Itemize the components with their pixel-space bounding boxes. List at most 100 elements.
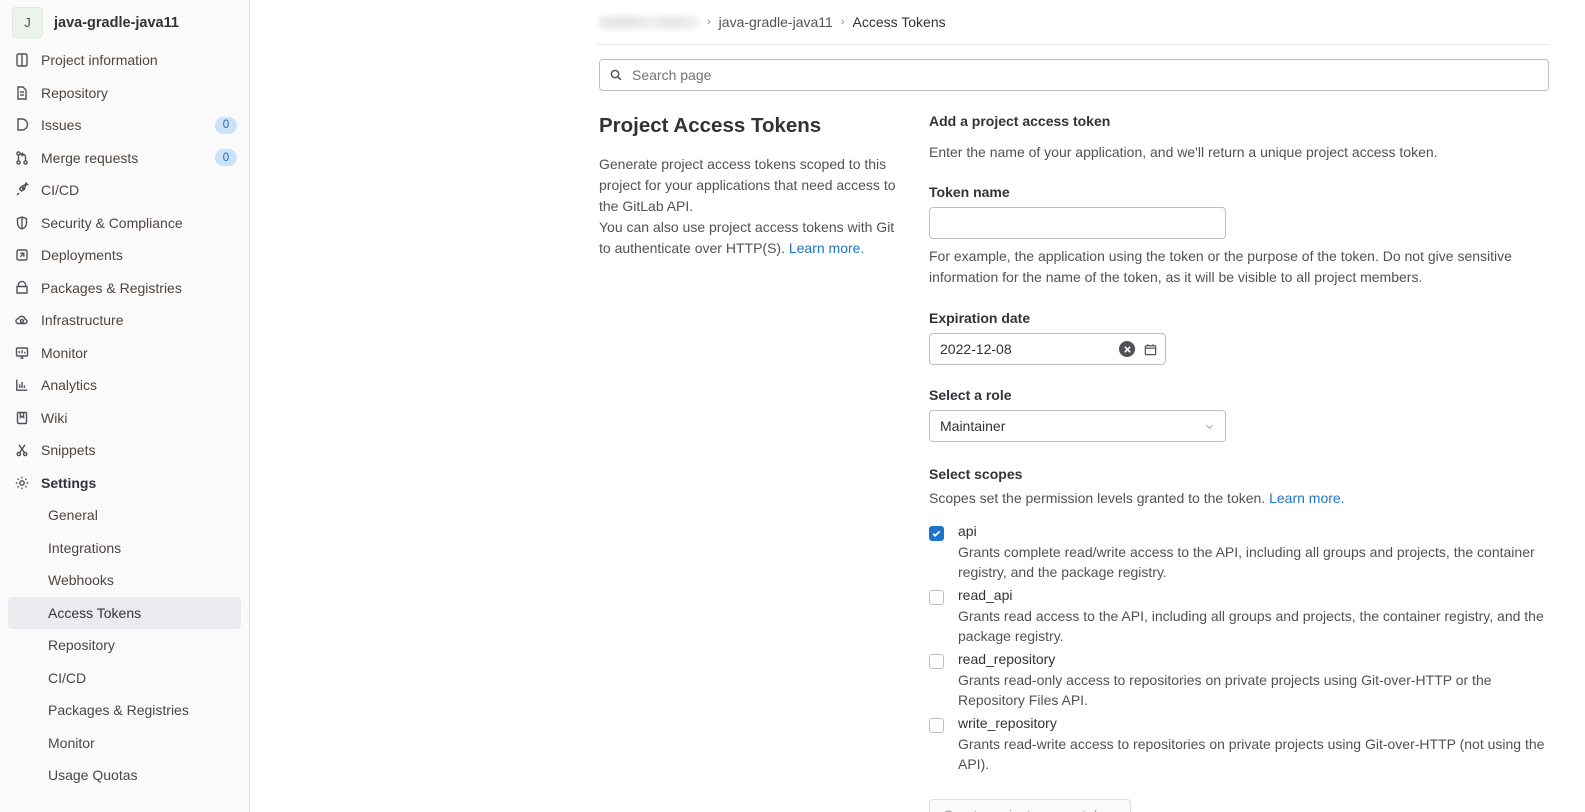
sidebar-item-label: Issues [41, 117, 204, 133]
breadcrumb-project[interactable]: java-gradle-java11 [719, 14, 833, 30]
rocket-icon [14, 182, 30, 198]
sidebar-item-label: Repository [41, 85, 237, 101]
scope-label-read-api[interactable]: read_api [958, 586, 1551, 605]
sidebar-item-label: CI/CD [41, 182, 237, 198]
sidebar-subitem-packages-registries[interactable]: Packages & Registries [8, 694, 241, 727]
search-box[interactable] [599, 59, 1549, 91]
deployments-icon [14, 247, 30, 263]
sidebar-item-deployments[interactable]: Deployments [0, 239, 249, 272]
project-header[interactable]: J java-gradle-java11 [0, 0, 249, 44]
form-section-description: Enter the name of your application, and … [929, 142, 1551, 162]
page-title: Project Access Tokens [599, 113, 899, 140]
sidebar-item-label: Snippets [41, 442, 237, 458]
scope-body: api Grants complete read/write access to… [958, 522, 1551, 582]
sidebar-item-label: Project information [41, 52, 237, 68]
scopes-description-text: Scopes set the permission levels granted… [929, 490, 1269, 506]
sidebar-item-packages-registries[interactable]: Packages & Registries [0, 272, 249, 305]
sidebar: J java-gradle-java11 Project information [0, 0, 250, 812]
sidebar-item-security-compliance[interactable]: Security & Compliance [0, 207, 249, 240]
token-name-help: For example, the application using the t… [929, 246, 1529, 288]
sidebar-item-issues[interactable]: Issues 0 [0, 109, 249, 142]
sidebar-item-ci-cd[interactable]: CI/CD [0, 174, 249, 207]
sidebar-subitem-integrations[interactable]: Integrations [8, 532, 241, 565]
scope-checkbox-read-repository[interactable] [929, 654, 944, 669]
search-icon [609, 68, 623, 82]
sidebar-item-label: Monitor [41, 345, 237, 361]
scope-body: read_api Grants read access to the API, … [958, 586, 1551, 646]
sidebar-subitem-monitor[interactable]: Monitor [8, 727, 241, 760]
role-select[interactable]: Maintainer [929, 410, 1226, 442]
submit-row: Create project access token [929, 799, 1551, 812]
search-row [597, 45, 1557, 91]
sidebar-item-infrastructure[interactable]: Infrastructure [0, 304, 249, 337]
sidebar-item-label: Analytics [41, 377, 237, 393]
calendar-icon[interactable] [1143, 342, 1158, 357]
scope-label-read-repository[interactable]: read_repository [958, 650, 1551, 669]
role-label: Select a role [929, 387, 1551, 403]
gear-icon [14, 475, 30, 491]
sidebar-item-settings[interactable]: Settings [0, 467, 249, 500]
expiration-date-value: 2022-12-08 [940, 341, 1119, 357]
scope-row: read_api Grants read access to the API, … [929, 586, 1551, 646]
sidebar-item-label: Packages & Registries [41, 280, 237, 296]
learn-more-link[interactable]: Learn more. [789, 240, 864, 256]
sidebar-item-monitor[interactable]: Monitor [0, 337, 249, 370]
scopes-learn-more-link[interactable]: Learn more. [1269, 490, 1344, 506]
sidebar-item-label: Security & Compliance [41, 215, 237, 231]
sidebar-item-project-information[interactable]: Project information [0, 44, 249, 77]
breadcrumb-current[interactable]: Access Tokens [852, 14, 945, 30]
sidebar-item-merge-requests[interactable]: Merge requests 0 [0, 142, 249, 175]
sidebar-item-label: Infrastructure [41, 312, 237, 328]
status-badge: 0 [215, 117, 237, 134]
content-wrapper: › java-gradle-java11 › Access Tokens [597, 0, 1557, 812]
breadcrumb-group-redacted[interactable] [599, 16, 699, 29]
scope-body: write_repository Grants read-write acces… [958, 714, 1551, 774]
sidebar-item-label: Deployments [41, 247, 237, 263]
sidebar-subitem-access-tokens[interactable]: Access Tokens [8, 597, 241, 630]
sidebar-item-analytics[interactable]: Analytics [0, 369, 249, 402]
sidebar-subitem-general[interactable]: General [8, 499, 241, 532]
sidebar-nav: Project information Repository Issues 0 [0, 44, 249, 792]
token-name-label: Token name [929, 184, 1551, 200]
sidebar-item-wiki[interactable]: Wiki [0, 402, 249, 435]
sidebar-item-label: Wiki [41, 410, 237, 426]
scope-label-api[interactable]: api [958, 522, 1551, 541]
scope-checkbox-write-repository[interactable] [929, 718, 944, 733]
package-icon [14, 280, 30, 296]
left-column: Project Access Tokens Generate project a… [599, 113, 899, 812]
create-project-access-token-button[interactable]: Create project access token [929, 799, 1131, 812]
repository-icon [14, 85, 30, 101]
sidebar-item-snippets[interactable]: Snippets [0, 434, 249, 467]
sidebar-subitem-ci-cd[interactable]: CI/CD [8, 662, 241, 695]
sidebar-item-repository[interactable]: Repository [0, 77, 249, 110]
scope-label-write-repository[interactable]: write_repository [958, 714, 1551, 733]
scope-checkbox-read-api[interactable] [929, 590, 944, 605]
expiration-date-field[interactable]: 2022-12-08 [929, 333, 1166, 365]
monitor-icon [14, 345, 30, 361]
scopes-title: Select scopes [929, 466, 1551, 482]
scope-description-read-repository: Grants read-only access to repositories … [958, 670, 1551, 710]
sidebar-subitem-usage-quotas[interactable]: Usage Quotas [8, 759, 241, 792]
breadcrumb: › java-gradle-java11 › Access Tokens [597, 0, 1557, 44]
sidebar-item-label: Merge requests [41, 150, 204, 166]
status-badge: 0 [215, 149, 237, 166]
scope-description-api: Grants complete read/write access to the… [958, 542, 1551, 582]
scope-row: write_repository Grants read-write acces… [929, 714, 1551, 774]
avatar: J [12, 7, 43, 38]
scope-row: api Grants complete read/write access to… [929, 522, 1551, 582]
sidebar-subitem-webhooks[interactable]: Webhooks [8, 564, 241, 597]
chart-icon [14, 377, 30, 393]
scope-checkbox-api[interactable] [929, 526, 944, 541]
form-section-title: Add a project access token [929, 113, 1551, 129]
sidebar-subitem-repository[interactable]: Repository [8, 629, 241, 662]
scope-body: read_repository Grants read-only access … [958, 650, 1551, 710]
merge-requests-icon [14, 150, 30, 166]
token-name-input[interactable] [929, 207, 1226, 239]
search-input[interactable] [630, 66, 1539, 84]
clear-circle-icon[interactable] [1119, 341, 1135, 357]
main-content: › java-gradle-java11 › Access Tokens [250, 0, 1585, 812]
book-icon [14, 410, 30, 426]
chevron-down-icon [1203, 420, 1216, 433]
scissors-icon [14, 442, 30, 458]
scopes-list: api Grants complete read/write access to… [929, 522, 1551, 774]
